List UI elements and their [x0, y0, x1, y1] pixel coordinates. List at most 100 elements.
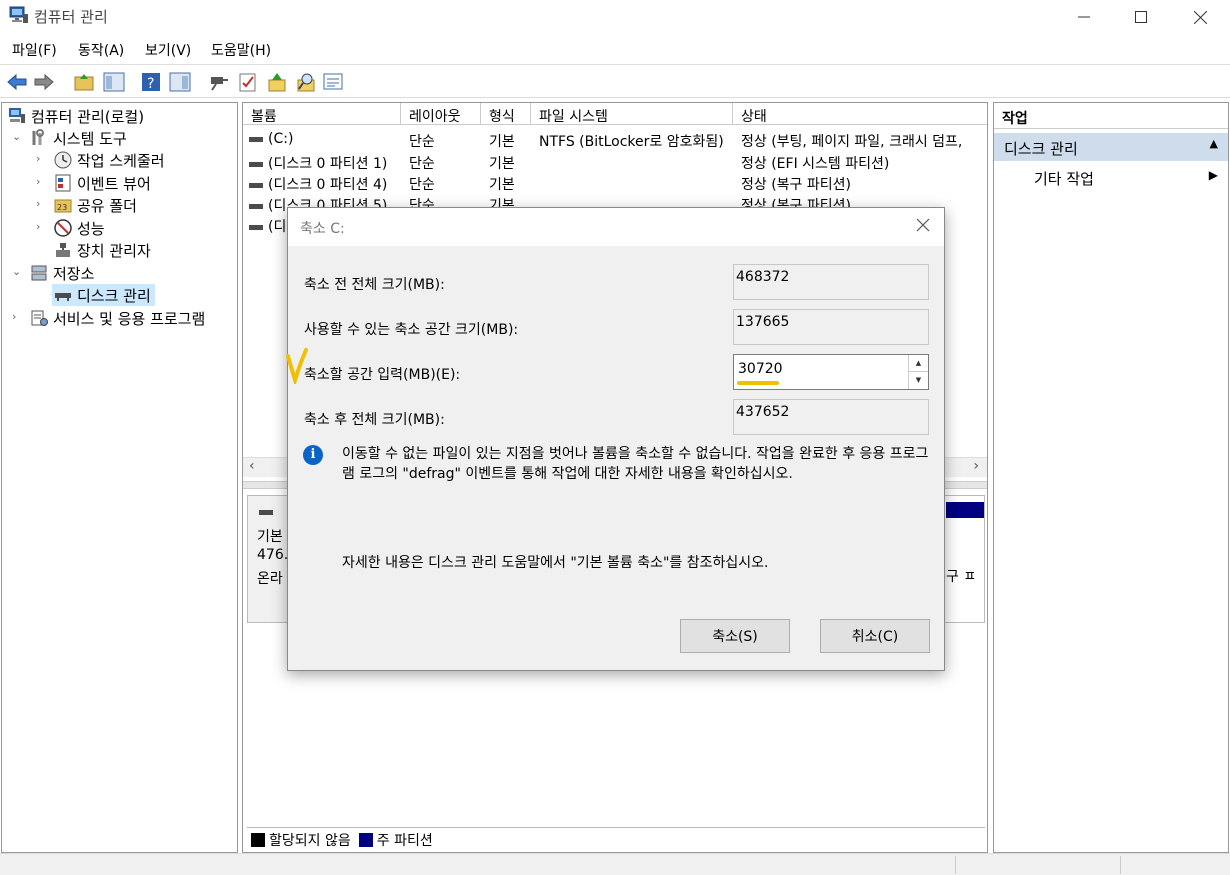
column-header-file-system[interactable]: 파일 시스템 — [531, 103, 733, 125]
unallocated-swatch — [251, 832, 265, 847]
partition-header-bar — [946, 502, 984, 518]
disk-type: 기본 — [257, 529, 283, 545]
shrink-amount-value: 30720 — [738, 361, 783, 377]
tree-item-disk-management[interactable]: 디스크 관리 — [52, 284, 155, 306]
drive-icon — [249, 182, 263, 188]
stepper-up-icon[interactable]: ▲ — [909, 355, 928, 372]
forward-arrow-icon[interactable] — [33, 71, 55, 93]
disk-status: 온라 — [257, 571, 283, 587]
dialog-title-bar: 축소 C: — [288, 208, 944, 246]
quantity-stepper[interactable]: ▲ ▼ — [908, 355, 928, 389]
menu-help[interactable]: 도움말(H) — [211, 40, 271, 60]
back-arrow-icon[interactable] — [6, 71, 28, 93]
volume-cell: (디스크 0 파티션 4) — [249, 174, 387, 194]
scroll-left-icon[interactable]: ‹ — [249, 458, 255, 474]
volume-cell: (디스크 0 파티션 1) — [249, 153, 387, 173]
menu-file[interactable]: 파일(F) — [12, 40, 57, 60]
column-header-volume[interactable]: 볼륨 — [243, 103, 401, 125]
status-cell: 정상 (복구 파티션) — [741, 177, 851, 193]
svg-text:?: ? — [147, 76, 154, 92]
action-section-label: 디스크 관리 — [1004, 140, 1078, 158]
collapse-up-icon[interactable]: ▲ — [1210, 137, 1218, 150]
tree-item-performance[interactable]: 성능 — [54, 217, 105, 239]
connect-icon[interactable] — [208, 71, 230, 93]
action-more-actions[interactable]: 기타 작업 ▶ — [994, 165, 1228, 189]
layout-cell: 단순 — [409, 156, 435, 172]
computer-management-icon — [9, 6, 29, 24]
disk-drive-icon — [54, 286, 72, 304]
check-icon[interactable] — [237, 71, 259, 93]
drive-icon — [259, 510, 273, 515]
tree-item-event-viewer[interactable]: 이벤트 뷰어 — [54, 172, 151, 194]
status-cell: 정상 (부팅, 페이지 파일, 크래시 덤프, — [741, 134, 963, 150]
tree-item-label: 저장소 — [53, 264, 95, 283]
window-title: 컴퓨터 관리 — [34, 8, 108, 26]
show-hide-tree-icon[interactable] — [103, 71, 125, 93]
column-header-layout[interactable]: 레이아웃 — [401, 103, 481, 125]
chevron-right-icon[interactable]: › — [36, 152, 40, 165]
tree-item-label: 이벤트 뷰어 — [77, 174, 151, 193]
tree-item-label: 장치 관리자 — [77, 241, 151, 260]
tree-item-system-tools[interactable]: 시스템 도구 — [30, 127, 127, 149]
chevron-right-icon[interactable]: › — [36, 220, 40, 233]
tree-item-storage[interactable]: 저장소 — [30, 262, 94, 284]
volume-name: (C:) — [268, 131, 294, 147]
maximize-button[interactable] — [1118, 0, 1164, 34]
services-icon — [30, 309, 48, 327]
cancel-button[interactable]: 취소(C) — [820, 619, 930, 653]
storage-icon — [30, 264, 48, 282]
close-button[interactable] — [1177, 0, 1223, 34]
stepper-down-icon[interactable]: ▼ — [909, 372, 928, 388]
export-up-icon[interactable] — [266, 71, 288, 93]
tree-item-device-manager[interactable]: 장치 관리자 — [54, 239, 151, 261]
dialog-close-icon[interactable] — [916, 216, 930, 237]
column-header-type[interactable]: 형식 — [481, 103, 531, 125]
annotation-underline — [737, 381, 779, 385]
clock-icon — [54, 151, 72, 169]
shrink-amount-input[interactable]: 30720 ▲ ▼ — [733, 354, 929, 390]
console-tree: 컴퓨터 관리(로컬) ⌄ 시스템 도구 › 작업 스케줄러 › 이벤트 뷰어 ›… — [1, 102, 238, 853]
up-folder-icon[interactable] — [73, 71, 95, 93]
volume-name: (디스크 0 파티션 4) — [268, 177, 388, 193]
minimize-button[interactable] — [1061, 0, 1107, 34]
drive-icon — [249, 136, 263, 142]
available-field: 137665 — [733, 309, 929, 345]
layout-cell: 단순 — [409, 134, 435, 150]
tree-item-shared-folders[interactable]: 23 공유 폴더 — [54, 194, 137, 216]
device-manager-icon — [54, 241, 72, 259]
tree-item-task-scheduler[interactable]: 작업 스케줄러 — [54, 149, 165, 171]
tree-item-services[interactable]: 서비스 및 응용 프로그램 — [30, 307, 205, 329]
partition-label-fragment: 구 ㅍ — [946, 569, 977, 585]
tree-item-label: 컴퓨터 관리(로컬) — [31, 107, 145, 126]
submenu-arrow-icon: ▶ — [1208, 168, 1218, 182]
primary-swatch — [358, 832, 373, 847]
chevron-down-icon[interactable]: ⌄ — [12, 130, 21, 143]
chevron-down-icon[interactable]: ⌄ — [12, 265, 21, 278]
help-icon[interactable]: ? — [140, 71, 162, 93]
action-pane-header: 작업 — [994, 103, 1228, 129]
search-icon[interactable] — [295, 71, 317, 93]
svg-text:23: 23 — [57, 203, 67, 212]
tree-item-label: 성능 — [77, 219, 105, 238]
action-label: 기타 작업 — [1034, 170, 1094, 188]
properties-list-icon[interactable] — [322, 71, 344, 93]
chevron-right-icon[interactable]: › — [12, 310, 16, 323]
show-action-pane-icon[interactable] — [169, 71, 191, 93]
menu-action[interactable]: 동작(A) — [78, 40, 124, 60]
column-header-status[interactable]: 상태 — [733, 103, 987, 125]
help-text: 자세한 내용은 디스크 관리 도움말에서 "기본 볼륨 축소"를 참조하십시오. — [342, 555, 769, 571]
scroll-right-icon[interactable]: › — [973, 458, 979, 474]
computer-management-icon — [8, 107, 26, 125]
chevron-right-icon[interactable]: › — [36, 197, 40, 210]
title-bar: 컴퓨터 관리 — [0, 0, 1230, 34]
menu-view[interactable]: 보기(V) — [145, 40, 191, 60]
tree-item-label: 공유 폴더 — [77, 196, 137, 215]
action-section-disk-management[interactable]: 디스크 관리 ▲ — [994, 133, 1228, 161]
action-pane: 작업 디스크 관리 ▲ 기타 작업 ▶ — [993, 102, 1229, 853]
volume-cell: (C:) — [249, 131, 293, 147]
shrink-button[interactable]: 축소(S) — [680, 619, 790, 653]
dialog-title: 축소 C: — [300, 221, 345, 237]
chevron-right-icon[interactable]: › — [36, 175, 40, 188]
volume-name: (디스크 0 파티션 1) — [268, 156, 388, 172]
tree-item-root[interactable]: 컴퓨터 관리(로컬) — [8, 105, 144, 127]
